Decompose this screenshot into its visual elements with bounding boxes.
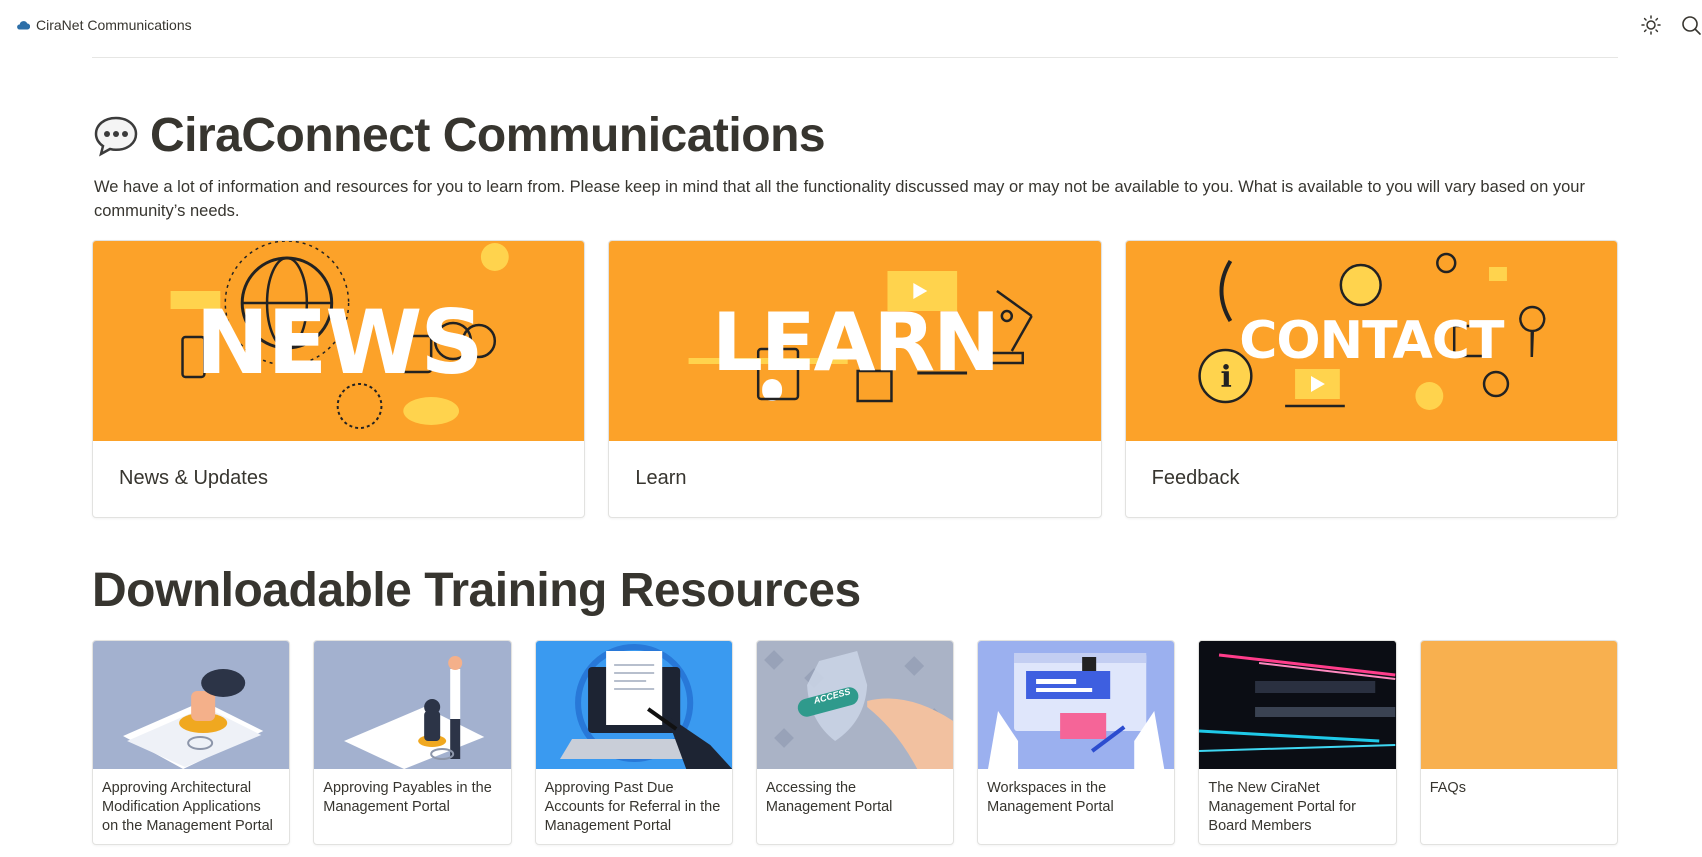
search-icon[interactable]: [1680, 14, 1702, 36]
brand-name: CiraNet Communications: [36, 17, 192, 33]
brand-link[interactable]: CiraNet Communications: [16, 17, 192, 33]
access-shield-thumbnail: ACCESS: [756, 641, 954, 769]
contact-banner-word: CONTACT: [1239, 311, 1504, 371]
training-resource-cards: Approving Architectural Modification App…: [92, 640, 1618, 845]
chess-stamp-thumbnail: [314, 641, 511, 769]
resource-label: Approving Past Due Accounts for Referral…: [544, 780, 721, 834]
feedback-card[interactable]: i CONTACT Feedback: [1124, 240, 1618, 518]
news-updates-label: News & Updates: [119, 467, 268, 489]
speech-bubble-icon: [94, 116, 138, 156]
resource-card-faqs[interactable]: FAQs: [1419, 640, 1618, 845]
news-updates-card[interactable]: NEWS News & Updates: [92, 240, 586, 518]
stamp-document-thumbnail: [93, 641, 290, 769]
resource-card-accessing[interactable]: ACCESS Accessing the Management Portal: [755, 640, 955, 845]
resource-label: Approving Architectural Modification App…: [102, 780, 273, 834]
faq-thumbnail: [1420, 641, 1617, 769]
resource-card-architectural[interactable]: Approving Architectural Modification App…: [92, 640, 291, 845]
contact-banner-image: i CONTACT: [1125, 241, 1617, 441]
resource-label: FAQs: [1429, 780, 1466, 796]
sun-icon[interactable]: [1640, 14, 1662, 36]
top-bar: CiraNet Communications: [0, 0, 1702, 52]
learn-card[interactable]: LEARN Learn: [608, 240, 1102, 518]
resource-label: Workspaces in the Management Portal: [987, 780, 1114, 815]
learn-banner-image: LEARN: [609, 241, 1101, 441]
header-divider: [92, 57, 1618, 58]
section-title: Downloadable Training Resources: [92, 564, 861, 617]
page-title: CiraConnect Communications: [150, 109, 826, 162]
workspace-screen-thumbnail: [978, 641, 1175, 769]
news-banner-word: NEWS: [195, 291, 484, 394]
laptop-signature-thumbnail: [535, 641, 732, 769]
resource-card-board-members[interactable]: The New CiraNet Management Portal for Bo…: [1198, 640, 1397, 845]
resource-label: The New CiraNet Management Portal for Bo…: [1208, 780, 1356, 834]
resource-label: Accessing the Management Portal: [765, 780, 893, 815]
resource-card-payables[interactable]: Approving Payables in the Management Por…: [313, 640, 512, 845]
resource-card-workspaces[interactable]: Workspaces in the Management Portal: [977, 640, 1176, 845]
feature-cards: NEWS News & Updates LEARN Learn i CONTAC…: [92, 240, 1618, 518]
news-banner-image: NEWS: [93, 241, 585, 441]
resource-card-past-due[interactable]: Approving Past Due Accounts for Referral…: [534, 640, 733, 845]
resource-label: Approving Payables in the Management Por…: [323, 780, 492, 815]
learn-banner-word: LEARN: [711, 296, 1000, 389]
page-title-row: CiraConnect Communications: [92, 108, 826, 163]
learn-label: Learn: [635, 467, 687, 489]
light-streaks-thumbnail: [1199, 641, 1396, 769]
feedback-label: Feedback: [1151, 467, 1240, 489]
cloud-icon: [17, 21, 30, 30]
intro-paragraph: We have a lot of information and resourc…: [94, 178, 1585, 220]
